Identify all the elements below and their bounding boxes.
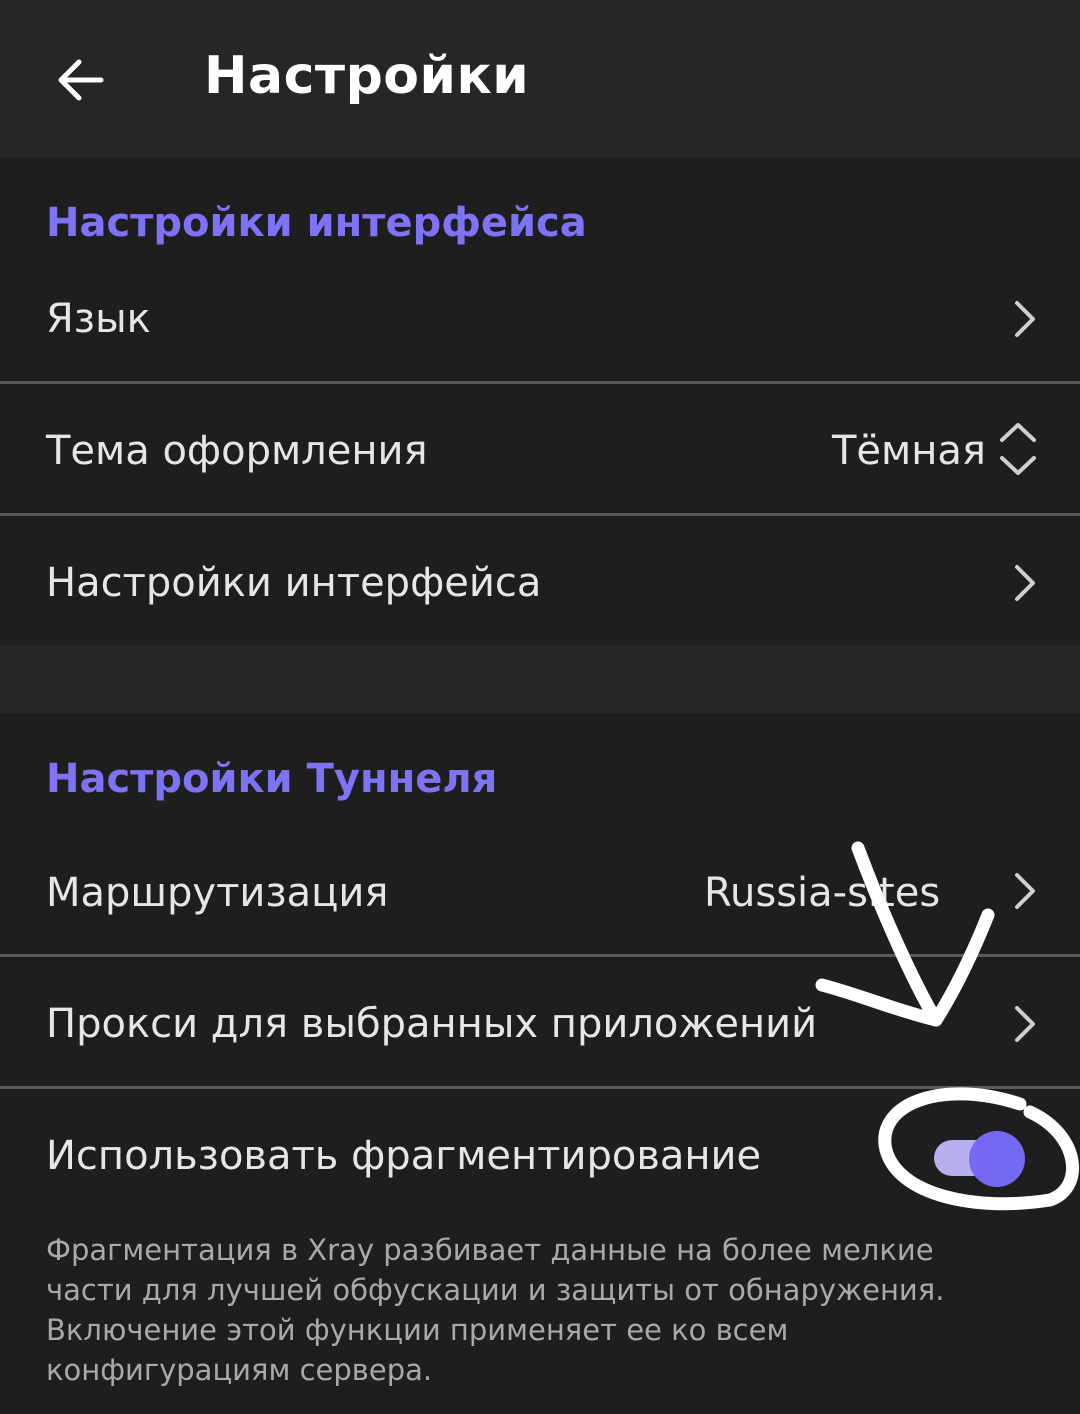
page-title: Настройки <box>204 46 530 106</box>
back-button[interactable] <box>40 40 120 120</box>
per-app-proxy-label: Прокси для выбранных приложений <box>46 1001 818 1047</box>
chevron-right-icon <box>1015 873 1035 909</box>
theme-label: Тема оформления <box>46 428 428 474</box>
routing-value: Russia-sites <box>704 870 941 916</box>
chevron-right-icon <box>1015 565 1035 601</box>
routing-label: Маршрутизация <box>46 870 389 916</box>
chevron-right-icon <box>1015 301 1035 337</box>
fragmentation-description: Фрагментация в Xray разбивает данные на … <box>46 1233 945 1387</box>
interface-settings-row[interactable]: Настройки интерфейса <box>0 516 1080 645</box>
per-app-proxy-row[interactable]: Прокси для выбранных приложений <box>0 957 1080 1086</box>
language-label: Язык <box>46 296 151 342</box>
settings-screen: Настройки Настройки интерфейса Язык Тема… <box>0 0 1080 1414</box>
theme-row[interactable]: Тема оформления Тёмная <box>0 384 1080 514</box>
routing-row[interactable]: Маршрутизация Russia-sites <box>0 826 1080 954</box>
section-separator <box>0 645 1080 713</box>
language-row[interactable]: Язык <box>0 258 1080 382</box>
interface-settings-label: Настройки интерфейса <box>46 560 542 606</box>
fragmentation-label: Использовать фрагментирование <box>46 1133 762 1179</box>
chevron-right-icon <box>1015 1006 1035 1042</box>
section-header-interface: Настройки интерфейса <box>46 200 587 246</box>
arrow-left-icon <box>58 59 104 101</box>
theme-value: Тёмная <box>832 428 986 474</box>
toggle-thumb <box>969 1131 1025 1187</box>
chevron-up-down-icon <box>1000 423 1036 475</box>
section-header-tunnel: Настройки Туннеля <box>46 756 498 802</box>
app-bar: Настройки <box>0 0 1080 158</box>
